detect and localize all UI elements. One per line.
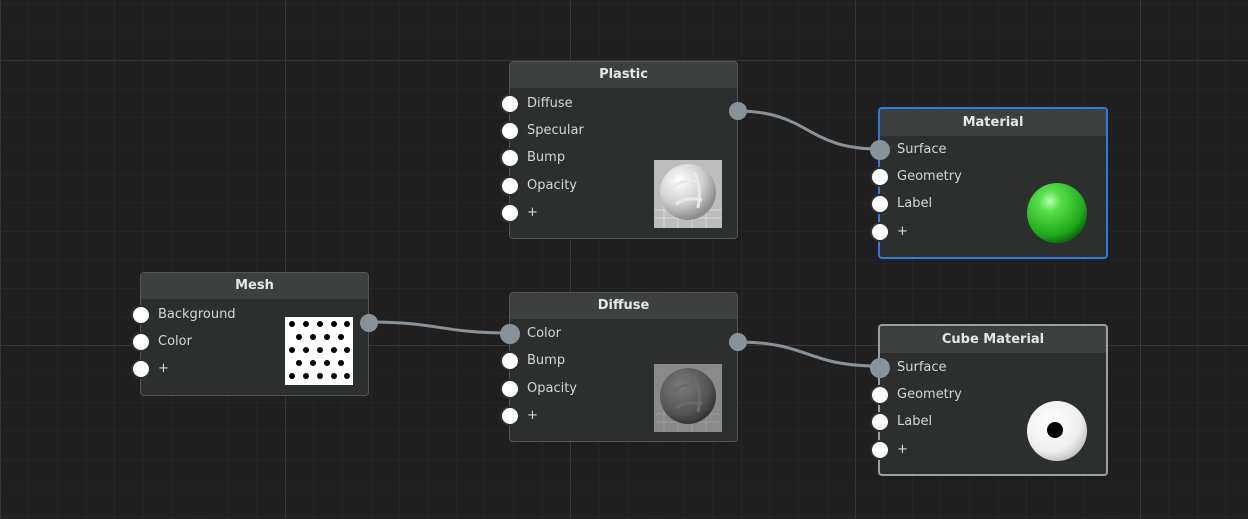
port-icon[interactable]	[131, 305, 151, 325]
eyeball-sphere-preview	[1027, 401, 1087, 461]
port-label: Label	[897, 414, 933, 429]
port-icon[interactable]	[500, 94, 520, 114]
mesh-node[interactable]: Mesh Background Color +	[131, 272, 378, 396]
port-icon[interactable]	[870, 358, 890, 378]
port-label: +	[158, 361, 169, 376]
port-label: Opacity	[527, 381, 578, 396]
port-icon[interactable]	[870, 140, 890, 160]
port-label: Bump	[527, 353, 566, 368]
port-icon[interactable]	[131, 359, 151, 379]
dark-sphere-preview	[654, 364, 722, 432]
polka-dot-preview	[285, 317, 353, 385]
output-port[interactable]	[360, 314, 378, 332]
port-icon[interactable]	[500, 121, 520, 141]
port-label: Diffuse	[527, 96, 573, 111]
port-label: Color	[527, 326, 561, 341]
port-label: Opacity	[527, 178, 578, 193]
node-title[interactable]: Plastic	[510, 62, 737, 88]
port-label: +	[897, 224, 908, 239]
port-icon[interactable]	[870, 167, 890, 187]
output-port[interactable]	[729, 102, 747, 120]
cube-material-node[interactable]: Cube Material Surface Geometry Label +	[870, 324, 1108, 476]
port-label: Surface	[897, 360, 947, 375]
port-label: Background	[158, 307, 236, 322]
output-port[interactable]	[729, 333, 747, 351]
wire-plastic-to-material	[736, 109, 880, 151]
port-label: +	[897, 442, 908, 457]
green-sphere-preview	[1027, 183, 1087, 243]
node-title[interactable]: Diffuse	[510, 293, 737, 319]
port-icon[interactable]	[870, 385, 890, 405]
port-icon[interactable]	[500, 324, 520, 344]
port-label: Color	[158, 334, 192, 349]
diffuse-node[interactable]: Diffuse Color Bump Opacity +	[500, 292, 747, 442]
material-node[interactable]: Material Surface Geometry Label +	[870, 107, 1108, 259]
wire-mesh-to-diffuse	[367, 320, 511, 335]
port-label: +	[527, 205, 538, 220]
port-icon[interactable]	[500, 203, 520, 223]
port-label: +	[527, 408, 538, 423]
port-icon[interactable]	[500, 379, 520, 399]
port-icon[interactable]	[500, 406, 520, 426]
port-icon[interactable]	[870, 412, 890, 432]
port-icon[interactable]	[500, 351, 520, 371]
plastic-sphere-preview	[654, 160, 722, 228]
port-label: Geometry	[897, 387, 962, 402]
port-icon[interactable]	[870, 194, 890, 214]
plastic-node[interactable]: Plastic Diffuse Specular Bump Opacity +	[500, 61, 747, 239]
port-icon[interactable]	[500, 148, 520, 168]
port-icon[interactable]	[500, 176, 520, 196]
port-icon[interactable]	[870, 222, 890, 242]
port-label: Label	[897, 196, 933, 211]
node-title[interactable]: Cube Material	[880, 326, 1106, 353]
port-label: Specular	[527, 123, 584, 138]
port-icon[interactable]	[131, 332, 151, 352]
node-title[interactable]: Material	[880, 109, 1106, 136]
port-label: Geometry	[897, 169, 962, 184]
port-label: Bump	[527, 150, 566, 165]
wire-diffuse-to-cube-material	[736, 340, 880, 368]
port-icon[interactable]	[870, 440, 890, 460]
port-label: Surface	[897, 142, 947, 157]
node-title[interactable]: Mesh	[141, 273, 368, 299]
